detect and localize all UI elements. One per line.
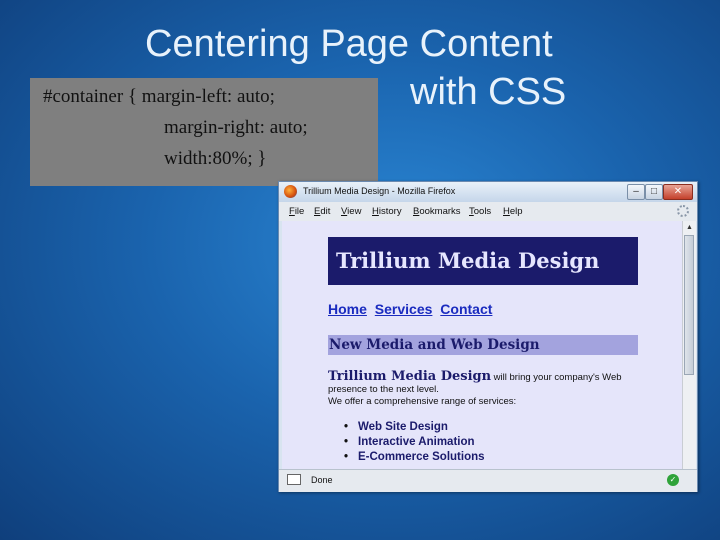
scrollbar-thumb[interactable] [684, 235, 694, 375]
menu-history-label: istory [378, 206, 402, 217]
minimize-button[interactable]: – [627, 184, 645, 200]
menu-view-label: iew [347, 206, 362, 217]
menu-tools-label: ools [473, 206, 492, 217]
site-subheader: New Media and Web Design [328, 335, 638, 355]
maximize-button[interactable]: □ [645, 184, 663, 200]
intro-line2: We offer a comprehensive range of servic… [328, 396, 517, 407]
intro-text: Trillium Media Design will bring your co… [328, 369, 648, 408]
window-titlebar[interactable]: Trillium Media Design - Mozilla Firefox … [279, 182, 697, 202]
site-nav: Home Services Contact [328, 301, 496, 317]
window-title: Trillium Media Design - Mozilla Firefox [303, 186, 456, 196]
list-item: Web Site Design [344, 420, 485, 435]
code-line-2: margin-right: auto; [164, 117, 308, 138]
list-item: Interactive Animation [344, 435, 485, 450]
site-header: Trillium Media Design [328, 237, 638, 285]
scroll-up-arrow-icon[interactable]: ▲ [684, 222, 695, 233]
status-page-icon [287, 474, 301, 485]
code-box: #container { margin-left: auto; margin-r… [30, 78, 378, 186]
slide-title-line1: Centering Page Content [145, 23, 553, 65]
menu-help-accel: H [503, 206, 510, 217]
menu-bookmarks-label: ookmarks [419, 206, 461, 217]
menu-bar: File Edit View History Bookmarks Tools H… [279, 202, 697, 221]
menu-file-label: ile [294, 206, 305, 217]
status-text: Done [311, 475, 333, 485]
nav-link-home[interactable]: Home [328, 301, 367, 317]
firefox-icon [284, 185, 297, 198]
intro-brand: Trillium Media Design [328, 369, 492, 384]
menu-file[interactable]: File [289, 206, 304, 217]
nav-link-services[interactable]: Services [375, 301, 433, 317]
menu-help-label: elp [509, 206, 523, 217]
close-button[interactable]: ✕ [663, 184, 693, 200]
services-list: Web Site Design Interactive Animation E-… [344, 420, 485, 465]
menu-tools[interactable]: Tools [469, 206, 491, 217]
menu-history-accel: H [372, 206, 379, 217]
status-bar: Done ✓ [279, 469, 697, 492]
menu-help[interactable]: Help [503, 206, 523, 217]
menu-bookmarks[interactable]: Bookmarks [413, 206, 461, 217]
code-line-1: #container { margin-left: auto; [43, 86, 275, 107]
code-line-3: width:80%; } [164, 148, 267, 169]
menu-edit[interactable]: Edit [314, 206, 330, 217]
list-item: E-Commerce Solutions [344, 450, 485, 465]
menu-history[interactable]: History [372, 206, 402, 217]
throbber-icon [677, 205, 689, 217]
slide-title-line2: with CSS [410, 71, 567, 113]
firefox-window: Trillium Media Design - Mozilla Firefox … [278, 181, 698, 492]
menu-view[interactable]: View [341, 206, 361, 217]
page-viewport: Trillium Media Design Home Services Cont… [282, 221, 682, 469]
vertical-scrollbar[interactable]: ▲ [682, 221, 696, 469]
nav-link-contact[interactable]: Contact [440, 301, 492, 317]
menu-edit-label: dit [320, 206, 331, 217]
check-icon: ✓ [667, 474, 679, 486]
